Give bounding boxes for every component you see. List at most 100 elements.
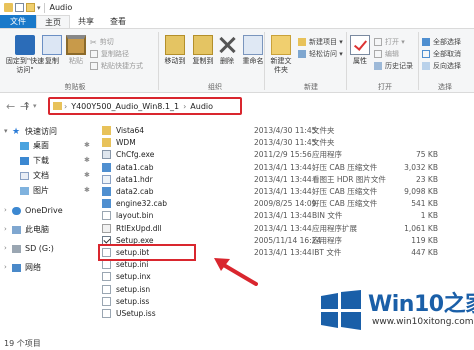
edit-icon <box>374 50 382 58</box>
file-date: 2013/4/1 13:44 <box>254 248 312 257</box>
file-name: Vista64 <box>116 126 145 135</box>
scissors-icon: ✂ <box>90 37 97 47</box>
invert-selection-button[interactable]: 反向选择 <box>422 61 461 71</box>
txt-file-icon <box>102 284 111 294</box>
file-name: RtlExUpd.dll <box>116 223 162 233</box>
copy-path-button[interactable]: 复制路径 <box>90 49 129 59</box>
file-row[interactable]: ChCfg.exe 2011/2/9 15:56 应用程序 75 KB <box>98 149 474 160</box>
move-to-button[interactable]: 移动到 <box>162 35 188 66</box>
tab-home[interactable]: 主页 <box>36 15 70 28</box>
breadcrumb-item[interactable]: Audio <box>190 102 213 111</box>
copy-to-button[interactable]: 复制到 <box>190 35 216 66</box>
back-arrow-icon[interactable]: ← <box>6 100 15 113</box>
rename-button[interactable]: 重命名 <box>240 35 266 66</box>
edit-label: 编辑 <box>385 50 399 58</box>
document-icon <box>20 171 29 180</box>
nav-item-network[interactable]: 网络 <box>12 262 41 273</box>
select-none-button[interactable]: 全部取消 <box>422 49 461 59</box>
file-row[interactable]: engine32.cab 2009/8/25 14:09 好压 CAB 压缩文件 54… <box>98 198 474 209</box>
open-button[interactable]: 打开 ▾ <box>374 37 405 47</box>
file-size: 75 KB <box>416 150 438 160</box>
paste-label: 粘贴 <box>69 57 83 65</box>
nav-item-this-pc[interactable]: 此电脑 <box>12 224 49 235</box>
new-item-button[interactable]: 新建项目 ▾ <box>298 37 343 47</box>
properties-label: 属性 <box>353 57 367 65</box>
chevron-down-icon[interactable]: ▾ <box>4 127 8 135</box>
file-row[interactable]: Vista64 2013/4/30 11:45 文件夹 <box>98 125 474 136</box>
chevron-down-icon[interactable]: ▾ <box>37 4 41 12</box>
file-date: 2009/8/25 14:09 <box>254 199 317 209</box>
copy-button[interactable]: 复制 <box>40 35 64 66</box>
file-size: 119 KB <box>411 235 438 245</box>
nav-item-desktop[interactable]: 桌面 <box>20 140 49 151</box>
nav-item-pictures[interactable]: 图片 <box>20 185 49 196</box>
file-row[interactable]: data1.cab 2013/4/1 13:44 好压 CAB 压缩文件 3,032 … <box>98 162 474 173</box>
file-name: USetup.iss <box>116 309 156 318</box>
delete-button[interactable]: 删除 <box>216 35 238 66</box>
file-row[interactable]: data1.hdr 2013/4/1 13:44 看图王 HDR 图片文件 23 KB <box>98 174 474 185</box>
nav-item-sd-drive[interactable]: SD (G:) <box>12 243 54 254</box>
divider <box>43 2 45 13</box>
chevron-right-icon[interactable]: › <box>4 244 7 252</box>
up-arrow-icon[interactable]: ↑ <box>22 100 31 113</box>
paste-shortcut-label: 粘贴快捷方式 <box>101 62 143 70</box>
tab-view[interactable]: 查看 <box>102 15 134 28</box>
paste-button[interactable]: 粘贴 <box>64 35 88 66</box>
chevron-right-icon[interactable]: › <box>4 225 7 233</box>
select-none-icon <box>422 50 430 58</box>
ribbon-tabs: 文件 主页 共享 查看 <box>0 15 474 29</box>
move-to-label: 移动到 <box>164 57 186 65</box>
history-button[interactable]: 历史记录 <box>374 61 413 71</box>
new-folder-icon[interactable] <box>26 3 35 12</box>
cut-button[interactable]: ✂ 剪切 <box>90 37 114 47</box>
edit-button[interactable]: 编辑 <box>374 49 399 59</box>
file-row[interactable]: WDM 2013/4/30 11:45 文件夹 <box>98 137 474 148</box>
nav-item-label: 桌面 <box>33 141 49 150</box>
item-count: 19 个项目 <box>4 339 41 348</box>
nav-item-label: 快速访问 <box>25 127 57 136</box>
quick-access-toolbar: ▾ <box>0 3 41 12</box>
file-type: 好压 CAB 压缩文件 <box>312 162 378 172</box>
rename-label: 重命名 <box>242 57 264 65</box>
properties-button[interactable]: 属性 <box>348 35 372 66</box>
file-row[interactable]: setup.inx <box>98 271 474 282</box>
ribbon: 固定到"快速访问" 复制 粘贴 ✂ 剪切 复制路径 粘贴快捷方式 剪贴板 移动到… <box>0 29 474 93</box>
group-open: 打开 <box>378 83 392 91</box>
chevron-right-icon[interactable]: › <box>4 263 7 271</box>
watermark-suffix: 之家 <box>443 292 474 317</box>
file-name: WDM <box>116 138 136 148</box>
new-item-label: 新建项目 ▾ <box>309 38 343 46</box>
nav-item-label: 图片 <box>33 186 49 195</box>
file-row[interactable]: data2.cab 2013/4/1 13:44 好压 CAB 压缩文件 9,098 … <box>98 186 474 197</box>
select-all-button[interactable]: 全部选择 <box>422 37 461 47</box>
file-row[interactable]: layout.bin 2013/4/1 13:44 BIN 文件 1 KB <box>98 210 474 221</box>
paste-icon <box>66 35 86 55</box>
new-folder-button[interactable]: 新建文件夹 <box>266 35 296 75</box>
chevron-right-icon[interactable]: › <box>4 206 7 214</box>
file-row[interactable]: RtlExUpd.dll 2013/4/1 13:44 应用程序扩展 1,061 KB <box>98 223 474 234</box>
nav-item-quick-access[interactable]: ★ 快速访问 <box>12 126 57 137</box>
nav-item-downloads[interactable]: 下载 <box>20 155 49 166</box>
breadcrumb-item[interactable]: Y400Y500_Audio_Win8.1_1 <box>71 102 179 111</box>
file-name: layout.bin <box>116 211 154 221</box>
address-bar[interactable]: ↑ › Y400Y500_Audio_Win8.1_1 › Audio <box>22 97 242 115</box>
chevron-down-icon[interactable]: ▾ <box>33 102 37 110</box>
breadcrumb-separator: › <box>64 101 68 111</box>
nav-item-label: 文档 <box>33 171 49 180</box>
paste-shortcut-button[interactable]: 粘贴快捷方式 <box>90 61 143 71</box>
tab-file[interactable]: 文件 <box>0 15 36 28</box>
properties-icon[interactable] <box>15 3 24 12</box>
tab-share[interactable]: 共享 <box>70 15 102 28</box>
nav-item-onedrive[interactable]: OneDrive <box>12 205 63 216</box>
divider <box>418 32 419 90</box>
file-name: setup.isn <box>116 284 151 294</box>
navigation-pane: ▾ ★ 快速访问 桌面 ✱ 下载 ✱ 文档 ✱ 图片 ✱ › OneDrive … <box>0 121 98 337</box>
file-name: engine32.cab <box>116 199 167 209</box>
easy-access-icon <box>298 50 306 58</box>
download-icon <box>20 156 29 165</box>
easy-access-button[interactable]: 轻松访问 ▾ <box>298 49 343 59</box>
folder-file-icon <box>102 126 111 135</box>
highlight-box <box>98 244 196 261</box>
nav-item-documents[interactable]: 文档 <box>20 170 49 181</box>
hdr-file-icon <box>102 174 111 184</box>
